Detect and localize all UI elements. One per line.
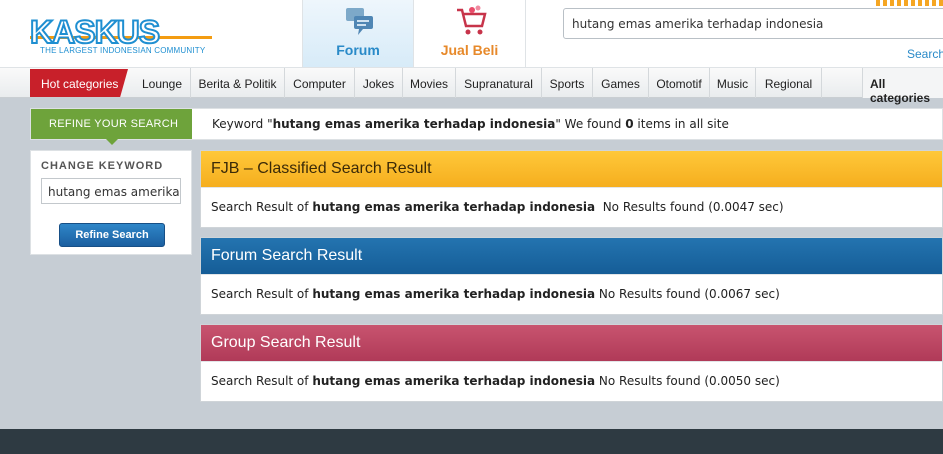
hot-categories-label[interactable]: Hot categories — [30, 69, 128, 97]
category-bar: Hot categories Lounge Berita & Politik C… — [0, 68, 943, 105]
refine-your-search-button[interactable]: REFINE YOUR SEARCH — [31, 109, 192, 139]
category-jokes[interactable]: Jokes — [355, 68, 403, 98]
category-regional[interactable]: Regional — [756, 68, 822, 98]
category-berita-politik[interactable]: Berita & Politik — [191, 68, 285, 98]
kaskus-logo[interactable]: KASKUS THE LARGEST INDONESIAN COMMUNITY — [29, 13, 212, 58]
category-otomotif[interactable]: Otomotif — [649, 68, 710, 98]
keyword-summary: Keyword "hutang emas amerika terhadap in… — [212, 117, 729, 131]
footer-bar — [0, 429, 943, 454]
category-games[interactable]: Games — [593, 68, 649, 98]
group-result-panel: Group Search Result Search Result of hut… — [200, 324, 943, 402]
logo-tagline: THE LARGEST INDONESIAN COMMUNITY — [40, 46, 206, 55]
category-movies[interactable]: Movies — [403, 68, 456, 98]
panel-title: Group Search Result — [201, 325, 942, 361]
keyword-prefix: Keyword " — [212, 117, 273, 131]
category-music[interactable]: Music — [710, 68, 756, 98]
result-prefix: Search Result of — [211, 287, 313, 301]
keyword-text: hutang emas amerika terhadap indonesia — [272, 117, 556, 131]
result-prefix: Search Result of — [211, 374, 313, 388]
keyword-suffix: items in all site — [633, 117, 729, 131]
result-count: 0 — [625, 117, 634, 131]
category-lounge[interactable]: Lounge — [134, 68, 191, 98]
panel-result-text: Search Result of hutang emas amerika ter… — [201, 361, 942, 401]
result-keyword: hutang emas amerika terhadap indonesia — [312, 374, 596, 388]
change-keyword-title: CHANGE KEYWORD — [41, 160, 164, 172]
category-sports[interactable]: Sports — [542, 68, 593, 98]
panel-result-text: Search Result of hutang emas amerika ter… — [201, 274, 942, 314]
refine-arrow-icon — [106, 139, 118, 145]
fjb-result-panel: FJB – Classified Search Result Search Re… — [200, 150, 943, 228]
result-status: No Results found (0.0050 sec) — [598, 374, 780, 388]
result-keyword: hutang emas amerika terhadap indonesia — [312, 200, 596, 214]
category-supranatural[interactable]: Supranatural — [456, 68, 542, 98]
tab-jual-beli[interactable]: Jual Beli — [414, 0, 526, 67]
all-categories-button[interactable]: All categories — [862, 68, 943, 105]
refine-bar: REFINE YOUR SEARCH Keyword "hutang emas … — [30, 108, 943, 145]
change-keyword-panel: CHANGE KEYWORD hutang emas amerika Refin… — [30, 150, 192, 255]
tab-jual-beli-label: Jual Beli — [440, 42, 499, 58]
keyword-mid: " We found — [555, 117, 626, 131]
site-header: KASKUS THE LARGEST INDONESIAN COMMUNITY … — [0, 0, 943, 68]
panel-title: Forum Search Result — [201, 238, 942, 274]
forum-icon — [346, 8, 373, 35]
result-status: No Results found (0.0047 sec) — [602, 200, 784, 214]
keyword-input[interactable]: hutang emas amerika — [41, 178, 181, 204]
category-computer[interactable]: Computer — [285, 68, 355, 98]
result-status: No Results found (0.0067 sec) — [598, 287, 780, 301]
forum-result-panel: Forum Search Result Search Result of hut… — [200, 237, 943, 315]
search-input[interactable]: hutang emas amerika terhadap indonesia — [563, 8, 943, 39]
panel-result-text: Search Result of hutang emas amerika ter… — [201, 187, 942, 227]
panel-title: FJB – Classified Search Result — [201, 151, 942, 187]
search-link[interactable]: Search — [907, 47, 943, 61]
tab-forum[interactable]: Forum — [302, 0, 414, 67]
shopping-cart-icon — [457, 5, 487, 35]
tab-forum-label: Forum — [336, 42, 380, 58]
result-keyword: hutang emas amerika terhadap indonesia — [312, 287, 596, 301]
result-prefix: Search Result of — [211, 200, 313, 214]
refine-search-button[interactable]: Refine Search — [59, 223, 165, 247]
corner-decoration — [876, 0, 943, 6]
